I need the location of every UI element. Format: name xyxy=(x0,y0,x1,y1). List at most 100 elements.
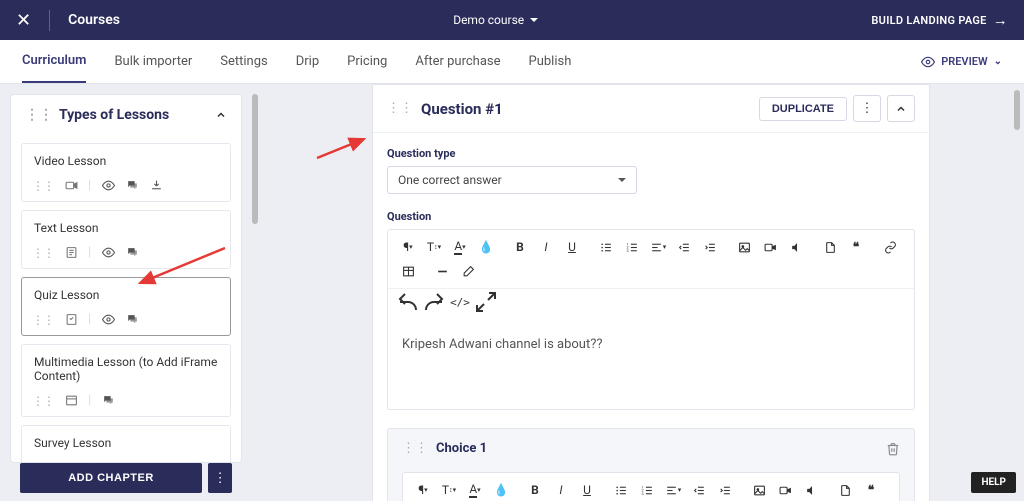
fullscreen-icon[interactable] xyxy=(474,291,498,313)
comments-icon xyxy=(125,313,139,327)
code-icon[interactable]: </> xyxy=(448,291,472,313)
insert-image-icon[interactable] xyxy=(732,236,756,258)
italic-icon[interactable]: I xyxy=(549,479,573,501)
text-color-icon[interactable]: A ▾ xyxy=(463,479,487,501)
outdent-icon[interactable] xyxy=(672,236,696,258)
course-name: Demo course xyxy=(453,13,524,27)
insert-file-icon[interactable] xyxy=(818,236,842,258)
unordered-list-icon[interactable] xyxy=(594,236,618,258)
lesson-card-quiz[interactable]: Quiz Lesson ⋮⋮ | xyxy=(21,277,231,336)
svg-text:3: 3 xyxy=(641,490,643,495)
insert-file-icon[interactable] xyxy=(833,479,857,501)
add-chapter-more-button[interactable]: ⋮ xyxy=(208,463,232,493)
font-size-icon[interactable]: T↕ ▾ xyxy=(437,479,461,501)
drag-handle-icon[interactable]: ⋮⋮ xyxy=(402,441,428,456)
tab-settings[interactable]: Settings xyxy=(220,41,267,82)
insert-audio-icon[interactable] xyxy=(784,236,808,258)
paragraph-format-icon[interactable]: ¶ ▾ xyxy=(411,479,435,501)
question-type-select[interactable]: One correct answer xyxy=(387,166,637,194)
choice-title: Choice 1 xyxy=(436,441,487,456)
insert-image-icon[interactable] xyxy=(747,479,771,501)
chevron-down-icon xyxy=(618,178,626,186)
tab-bulk-importer[interactable]: Bulk importer xyxy=(114,41,192,82)
eraser-icon[interactable] xyxy=(456,260,480,282)
tab-after-purchase[interactable]: After purchase xyxy=(415,41,500,82)
drag-handle-icon[interactable]: ⋮⋮ xyxy=(32,394,54,408)
question-editor-label: Question xyxy=(387,210,915,223)
build-landing-button[interactable]: BUILD LANDING PAGE → xyxy=(871,11,1008,29)
question-type-value: One correct answer xyxy=(398,173,502,187)
drag-handle-icon[interactable]: ⋮⋮ xyxy=(32,246,54,260)
content-scrollbar[interactable] xyxy=(1014,90,1020,130)
svg-text:3: 3 xyxy=(626,247,628,252)
chevron-up-icon xyxy=(895,103,907,115)
drag-handle-icon[interactable]: ⋮⋮ xyxy=(32,313,54,327)
tab-publish[interactable]: Publish xyxy=(529,41,572,82)
paragraph-format-icon[interactable]: ¶ ▾ xyxy=(396,236,420,258)
question-editor[interactable]: Kripesh Adwani channel is about?? xyxy=(388,319,914,409)
outdent-icon[interactable] xyxy=(687,479,711,501)
eye-icon xyxy=(921,55,935,69)
add-chapter-button[interactable]: ADD CHAPTER xyxy=(20,463,202,493)
lesson-card-text[interactable]: Text Lesson ⋮⋮ | xyxy=(21,210,231,269)
preview-button[interactable]: PREVIEW ⌄ xyxy=(921,55,1002,69)
drag-handle-icon[interactable]: ⋮⋮ xyxy=(32,179,54,193)
indent-icon[interactable] xyxy=(698,236,722,258)
hr-icon[interactable] xyxy=(430,260,454,282)
link-icon[interactable] xyxy=(878,236,902,258)
comments-icon xyxy=(125,179,139,193)
iframe-icon xyxy=(64,394,78,408)
eye-icon xyxy=(101,246,115,260)
font-size-icon[interactable]: T↕ ▾ xyxy=(422,236,446,258)
insert-audio-icon[interactable] xyxy=(799,479,823,501)
collapse-icon[interactable] xyxy=(215,109,227,121)
course-selector[interactable]: Demo course xyxy=(453,13,538,27)
close-icon[interactable]: ✕ xyxy=(16,10,50,31)
eye-icon xyxy=(101,313,115,327)
sidebar-title: Types of Lessons xyxy=(59,107,169,123)
indent-icon[interactable] xyxy=(713,479,737,501)
delete-choice-icon[interactable] xyxy=(886,442,900,456)
ordered-list-icon[interactable]: 123 xyxy=(620,236,644,258)
drag-handle-icon[interactable]: ⋮⋮ xyxy=(387,101,413,116)
text-icon xyxy=(64,246,78,260)
lesson-card-video[interactable]: Video Lesson ⋮⋮ | xyxy=(21,143,231,202)
drag-handle-icon[interactable]: ⋮⋮ xyxy=(25,107,53,123)
collapse-question-button[interactable] xyxy=(887,95,915,122)
duplicate-button[interactable]: DUPLICATE xyxy=(759,97,847,121)
clear-format-icon[interactable]: 💧 xyxy=(474,236,498,258)
tab-drip[interactable]: Drip xyxy=(296,41,319,82)
more-vertical-icon: ⋮ xyxy=(213,470,226,486)
help-button[interactable]: HELP xyxy=(971,472,1016,493)
clear-format-icon[interactable]: 💧 xyxy=(489,479,513,501)
lesson-card-survey[interactable]: Survey Lesson ⋮⋮ | xyxy=(21,425,231,463)
tab-curriculum[interactable]: Curriculum xyxy=(22,40,86,83)
unordered-list-icon[interactable] xyxy=(609,479,633,501)
insert-video-icon[interactable] xyxy=(758,236,782,258)
undo-icon[interactable] xyxy=(396,291,420,313)
align-icon[interactable]: ▾ xyxy=(646,236,670,258)
align-icon[interactable]: ▾ xyxy=(661,479,685,501)
text-color-icon[interactable]: A ▾ xyxy=(448,236,472,258)
quote-icon[interactable]: ❝ xyxy=(844,236,868,258)
redo-icon[interactable] xyxy=(422,291,446,313)
tab-pricing[interactable]: Pricing xyxy=(347,41,387,82)
underline-icon[interactable]: U xyxy=(560,236,584,258)
bold-icon[interactable]: B xyxy=(523,479,547,501)
lesson-name: Text Lesson xyxy=(30,221,222,235)
insert-video-icon[interactable] xyxy=(773,479,797,501)
underline-icon[interactable]: U xyxy=(575,479,599,501)
question-type-label: Question type xyxy=(387,147,915,160)
quote-icon[interactable]: ❝ xyxy=(859,479,883,501)
table-icon[interactable] xyxy=(396,260,420,282)
question-menu-button[interactable]: ⋮ xyxy=(853,95,881,122)
lesson-card-multimedia[interactable]: Multimedia Lesson (to Add iFrame Content… xyxy=(21,344,231,417)
comments-icon xyxy=(125,246,139,260)
page-title: Courses xyxy=(68,12,120,28)
bold-icon[interactable]: B xyxy=(508,236,532,258)
arrow-right-icon: → xyxy=(993,11,1008,29)
eye-icon xyxy=(101,179,115,193)
ordered-list-icon[interactable]: 123 xyxy=(635,479,659,501)
italic-icon[interactable]: I xyxy=(534,236,558,258)
comments-icon xyxy=(101,394,115,408)
